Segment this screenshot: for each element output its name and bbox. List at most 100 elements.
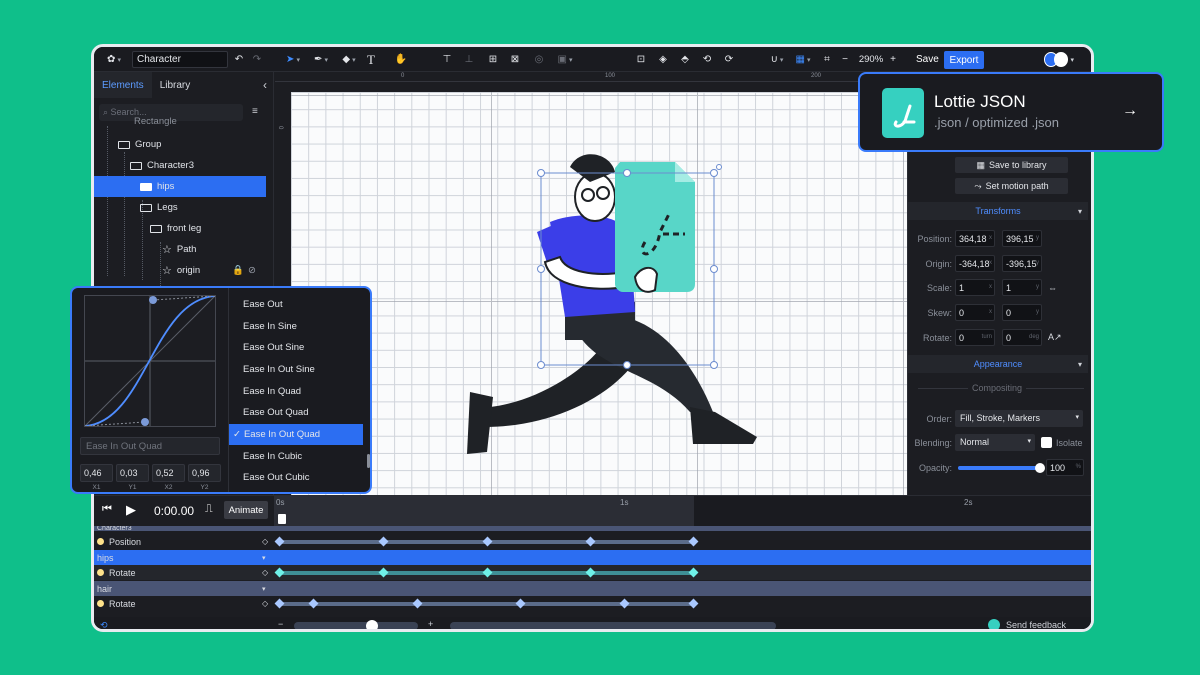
feedback-icon[interactable] <box>988 619 1000 629</box>
timeline-zoom-slider[interactable] <box>294 620 418 629</box>
text-tool-icon[interactable]: T <box>364 47 378 72</box>
select-tool-icon[interactable]: ➤ ▾ <box>282 47 304 72</box>
zoom-out-icon[interactable]: − <box>278 619 283 629</box>
keyframe[interactable] <box>412 598 423 609</box>
timeline-row-hips[interactable]: hips ▾ <box>94 550 1091 565</box>
ease-option[interactable]: Ease Out Quad <box>229 402 363 423</box>
tab-elements[interactable]: Elements <box>94 72 152 98</box>
ease-option[interactable]: Ease In Sine <box>229 316 363 337</box>
appearance-section-header[interactable]: Appearance ▾ <box>908 355 1088 373</box>
zoom-fit-icon[interactable]: ⌗ <box>820 47 834 72</box>
loop-icon[interactable]: ⟲ <box>100 620 108 629</box>
pen-tool-icon[interactable]: ✒ ▾ <box>310 47 332 72</box>
set-motion-path-button[interactable]: ⤳ Set motion path <box>955 178 1068 194</box>
playhead[interactable] <box>278 514 286 524</box>
timeline-scrollbar[interactable] <box>450 622 776 629</box>
align-top-icon[interactable]: ⊤ <box>440 47 454 72</box>
scale-y-field[interactable]: 1y <box>1002 279 1042 296</box>
shape-tool-icon[interactable]: ◆ ▾ <box>338 47 360 72</box>
redo-icon[interactable]: ↷ <box>250 47 264 72</box>
opacity-slider-handle[interactable] <box>1035 463 1045 473</box>
position-y-field[interactable]: 396,15 y <box>1002 230 1042 247</box>
ease-y2-field[interactable]: 0,96 <box>188 464 221 482</box>
send-feedback-link[interactable]: Send feedback <box>1006 620 1066 629</box>
transforms-section-header[interactable]: Transforms ▾ <box>908 202 1088 220</box>
easing-icon[interactable]: ⎍ <box>205 503 213 516</box>
keyframe[interactable] <box>274 536 285 547</box>
keyframe[interactable] <box>688 567 699 578</box>
ease-option[interactable]: Ease Out Cubic <box>229 467 363 488</box>
keyframe-toggle-icon[interactable]: ◇ <box>262 599 268 608</box>
auto-orient-icon[interactable]: A↗ <box>1048 332 1062 343</box>
chevron-down-icon[interactable]: ▾ <box>262 585 266 593</box>
skip-back-icon[interactable]: ⏮ <box>102 503 112 516</box>
ease-option[interactable]: Ease Out <box>229 294 363 315</box>
tree-item-path[interactable]: ☆ Path <box>162 239 272 260</box>
tree-item-character3[interactable]: Character3 <box>130 155 270 176</box>
fit-icon[interactable]: ⊡ <box>634 47 648 72</box>
blending-select[interactable]: Normal ▾ <box>955 434 1035 451</box>
keyframe[interactable] <box>378 536 389 547</box>
origin-y-field[interactable]: -396,15 y <box>1002 255 1042 272</box>
animate-button[interactable]: Animate <box>224 501 268 519</box>
boolean-icon[interactable]: ⊠ <box>508 47 522 72</box>
keyframe[interactable] <box>585 536 596 547</box>
lock-icon[interactable]: 🔒 <box>232 265 244 276</box>
collapse-panel-icon[interactable]: ‹ <box>263 78 267 92</box>
timeline-row-character3[interactable]: Character3 <box>94 526 1091 531</box>
save-to-library-button[interactable]: ▦ Save to library <box>955 157 1068 173</box>
ease-x2-field[interactable]: 0,52 <box>152 464 185 482</box>
play-icon[interactable]: ▶ <box>126 502 136 518</box>
chevron-down-icon[interactable]: ▾ <box>262 554 266 562</box>
rotate-turn-field[interactable]: 0 turn <box>955 329 995 346</box>
flip-v-icon[interactable]: ⬘ <box>678 47 692 72</box>
scale-x-field[interactable]: 1x <box>955 279 995 296</box>
keyframe[interactable] <box>688 598 699 609</box>
easing-name-field[interactable]: Ease In Out Quad <box>80 437 220 455</box>
keyframe[interactable] <box>688 536 699 547</box>
rotate-deg-field[interactable]: 0 deg <box>1002 329 1042 346</box>
tree-item-group[interactable]: Group <box>118 134 268 155</box>
opacity-field[interactable]: 100% <box>1046 459 1084 476</box>
ease-option[interactable]: Ease In Cubic <box>229 446 363 467</box>
grid-icon[interactable]: ▦ ▾ <box>792 47 814 72</box>
ease-x1-field[interactable]: 0,46 <box>80 464 113 482</box>
tree-item-rectangle[interactable]: Rectangle <box>134 116 274 126</box>
mask-icon[interactable]: ◎ <box>532 47 546 72</box>
keyframe[interactable] <box>274 567 285 578</box>
distribute-icon[interactable]: ⊞ <box>486 47 500 72</box>
skew-y-field[interactable]: 0y <box>1002 304 1042 321</box>
rotate-neg90-icon[interactable]: ⟳ <box>722 47 736 72</box>
flip-h-icon[interactable]: ◈ <box>656 47 670 72</box>
align-middle-icon[interactable]: ⊥ <box>462 47 476 72</box>
timeline-ruler[interactable]: 0s 1s 2s <box>274 496 1091 526</box>
user-avatars[interactable]: ▾ <box>1044 51 1074 68</box>
ease-option[interactable]: Ease In Out Sine <box>229 359 363 380</box>
position-x-field[interactable]: 364,18 x <box>955 230 995 247</box>
keyframe[interactable] <box>378 567 389 578</box>
document-name-field[interactable]: Character <box>132 51 228 68</box>
timeline-row-position[interactable]: Position ◇ <box>94 534 1091 549</box>
ease-option[interactable]: Ease Out Sine <box>229 337 363 358</box>
keyframe[interactable] <box>619 598 630 609</box>
list-scrollbar[interactable] <box>367 454 370 468</box>
keyframe[interactable] <box>308 598 319 609</box>
tree-item-hips[interactable]: hips <box>94 176 266 197</box>
undo-icon[interactable]: ↶ <box>232 47 246 72</box>
opacity-slider[interactable] <box>958 463 1045 473</box>
ease-y1-field[interactable]: 0,03 <box>116 464 149 482</box>
rotate-90-icon[interactable]: ⟲ <box>700 47 714 72</box>
arrow-right-icon[interactable]: → <box>1122 102 1138 120</box>
zoom-in-icon[interactable]: + <box>888 47 898 72</box>
zoom-out-icon[interactable]: − <box>840 47 850 72</box>
zoom-level[interactable]: 290% <box>854 47 888 72</box>
keyframe[interactable] <box>274 598 285 609</box>
arrange-icon[interactable]: ▣ ▾ <box>554 47 576 72</box>
tree-item-legs[interactable]: Legs <box>140 197 270 218</box>
save-button[interactable]: Save <box>910 51 945 68</box>
tree-item-origin[interactable]: ☆ origin 🔒 ⊘ <box>162 260 272 281</box>
keyframe[interactable] <box>482 536 493 547</box>
keyframe[interactable] <box>482 567 493 578</box>
zoom-in-icon[interactable]: + <box>428 619 433 629</box>
ease-option[interactable]: Ease In Quad <box>229 381 363 402</box>
